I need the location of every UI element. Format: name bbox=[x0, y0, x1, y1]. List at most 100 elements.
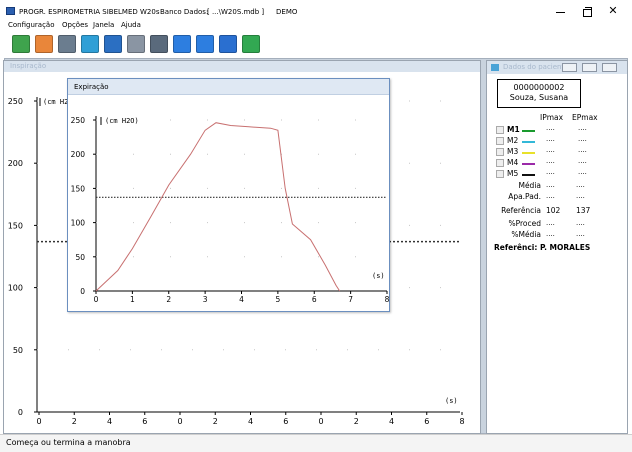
summary-label: Média bbox=[518, 181, 541, 190]
maneuver-ep-value: .... bbox=[578, 124, 587, 132]
x-axis-label: (s) bbox=[445, 397, 458, 405]
patient-name: Souza, Susana bbox=[509, 93, 569, 102]
x-tick-label: 0 bbox=[177, 417, 182, 426]
x-tick-label: 1 bbox=[130, 295, 135, 304]
patient-card: 0000000002 Souza, Susana bbox=[497, 79, 581, 108]
expiration-window[interactable]: Expiração 0 50 100 150 200 250 0 1 2 3 4 5 6 7 8 (cm H2… bbox=[67, 78, 390, 312]
x-tick-label: 6 bbox=[283, 417, 288, 426]
maneuver-color-swatch bbox=[522, 141, 535, 143]
x-tick-label: 4 bbox=[107, 417, 112, 426]
maneuver-ip-value: .... bbox=[546, 135, 555, 143]
panel-minimize-button[interactable] bbox=[562, 63, 577, 72]
maneuver-checkbox-m5[interactable] bbox=[496, 170, 504, 178]
summary-ip-value: .... bbox=[546, 230, 555, 238]
x-tick-label: 4 bbox=[239, 295, 244, 304]
maneuver-label-m3: M3 bbox=[507, 147, 519, 156]
record-icon[interactable] bbox=[12, 35, 30, 53]
menu-ajuda[interactable]: Ajuda bbox=[121, 21, 141, 29]
x-tick-label: 2 bbox=[166, 295, 171, 304]
summary-label: %Média bbox=[511, 230, 541, 239]
minimize-button[interactable] bbox=[550, 3, 572, 19]
x-tick-label: 8 bbox=[459, 417, 464, 426]
menu-janela[interactable]: Janela bbox=[93, 21, 114, 29]
maneuver-ip-value: .... bbox=[546, 157, 555, 165]
chart-icon[interactable] bbox=[35, 35, 53, 53]
menu-bar: Configuração Opções Janela Ajuda bbox=[0, 19, 632, 32]
zoom-out-icon[interactable] bbox=[196, 35, 214, 53]
ep-column-header: EPmax bbox=[572, 113, 598, 122]
info-icon[interactable] bbox=[219, 35, 237, 53]
summary-ep-value: .... bbox=[576, 230, 585, 238]
summary-ip-value: 102 bbox=[546, 206, 561, 215]
reference-author: Referênci: P. MORALES bbox=[494, 243, 591, 252]
x-tick-label: 6 bbox=[312, 295, 317, 304]
x-tick-label: 0 bbox=[94, 295, 99, 304]
report-icon[interactable] bbox=[127, 35, 145, 53]
x-axis-label: (s) bbox=[372, 272, 385, 280]
menu-opcoes[interactable]: Opções bbox=[62, 21, 88, 29]
maneuver-color-swatch bbox=[522, 163, 535, 165]
y-tick-label: 150 bbox=[8, 221, 23, 230]
y-axis-label: (cm H2O) bbox=[105, 117, 139, 125]
window-icon bbox=[491, 64, 499, 71]
maneuver-color-swatch bbox=[522, 152, 535, 154]
maneuver-color-swatch bbox=[522, 130, 535, 132]
y-tick-label: 200 bbox=[71, 150, 86, 159]
patient-id: 0000000002 bbox=[513, 83, 565, 92]
maneuver-ep-value: .... bbox=[578, 146, 587, 154]
x-tick-label: 0 bbox=[36, 417, 41, 426]
expiration-chart: 0 50 100 150 200 250 0 1 2 3 4 5 6 7 8 (cm H2O) (s) bbox=[71, 116, 390, 304]
maneuver-label-m2: M2 bbox=[507, 136, 519, 145]
zoom-in-icon[interactable] bbox=[173, 35, 191, 53]
x-tick-label: 3 bbox=[203, 295, 208, 304]
maneuver-checkbox-m4[interactable] bbox=[496, 159, 504, 167]
summary-ip-value: .... bbox=[546, 181, 555, 189]
close-button[interactable]: ✕ bbox=[602, 3, 624, 19]
menu-configuracao[interactable]: Configuração bbox=[8, 21, 54, 29]
summary-label: Apa.Pad. bbox=[508, 192, 541, 201]
maneuver-ip-value: .... bbox=[546, 124, 555, 132]
maneuver-checkbox-m1[interactable] bbox=[496, 126, 504, 134]
patient-info-window[interactable]: Dados do paciente 0000000002 Souza, Susa… bbox=[486, 60, 628, 434]
x-tick-label: 2 bbox=[354, 417, 359, 426]
summary-ep-value: .... bbox=[576, 192, 585, 200]
y-tick-label: 50 bbox=[75, 253, 85, 262]
maneuver-ep-value: .... bbox=[578, 168, 587, 176]
db-label: Banco Dados: bbox=[160, 8, 209, 16]
maneuver-checkbox-m3[interactable] bbox=[496, 148, 504, 156]
ip-column-header: IPmax bbox=[540, 113, 564, 122]
y-tick-label: 0 bbox=[80, 287, 85, 296]
save-icon[interactable] bbox=[104, 35, 122, 53]
patients-icon[interactable] bbox=[58, 35, 76, 53]
panel-maximize-button[interactable] bbox=[582, 63, 597, 72]
y-tick-label: 250 bbox=[8, 97, 23, 106]
summary-ip-value: .... bbox=[546, 192, 555, 200]
x-tick-label: 5 bbox=[275, 295, 280, 304]
x-tick-label: 6 bbox=[142, 417, 147, 426]
x-tick-label: 8 bbox=[385, 295, 390, 304]
refresh-icon[interactable] bbox=[81, 35, 99, 53]
maneuver-color-swatch bbox=[522, 174, 535, 176]
maneuver-label-m5: M5 bbox=[507, 169, 519, 178]
x-tick-label: 2 bbox=[213, 417, 218, 426]
db-path: [ ...\W20S.mdb ] bbox=[207, 8, 265, 16]
y-tick-label: 100 bbox=[71, 219, 86, 228]
y-tick-label: 200 bbox=[8, 159, 23, 168]
panel-close-button[interactable] bbox=[602, 63, 617, 72]
y-tick-label: 50 bbox=[13, 346, 23, 355]
print-icon[interactable] bbox=[150, 35, 168, 53]
restore-button[interactable] bbox=[576, 3, 598, 19]
summary-label: %Proced bbox=[508, 219, 541, 228]
y-tick-label: 250 bbox=[71, 116, 86, 125]
maneuver-ip-value: .... bbox=[546, 146, 555, 154]
pressure-curve bbox=[95, 122, 341, 292]
status-text: Começa ou termina a manobra bbox=[6, 438, 131, 447]
patient-info-titlebar[interactable]: Dados do paciente bbox=[487, 61, 627, 74]
maneuver-checkbox-m2[interactable] bbox=[496, 137, 504, 145]
summary-ip-value: .... bbox=[546, 219, 555, 227]
y-tick-label: 150 bbox=[71, 184, 86, 193]
y-tick-label: 0 bbox=[18, 408, 23, 417]
summary-ep-value: .... bbox=[576, 219, 585, 227]
back-arrow-icon[interactable] bbox=[242, 35, 260, 53]
app-icon bbox=[6, 7, 15, 15]
